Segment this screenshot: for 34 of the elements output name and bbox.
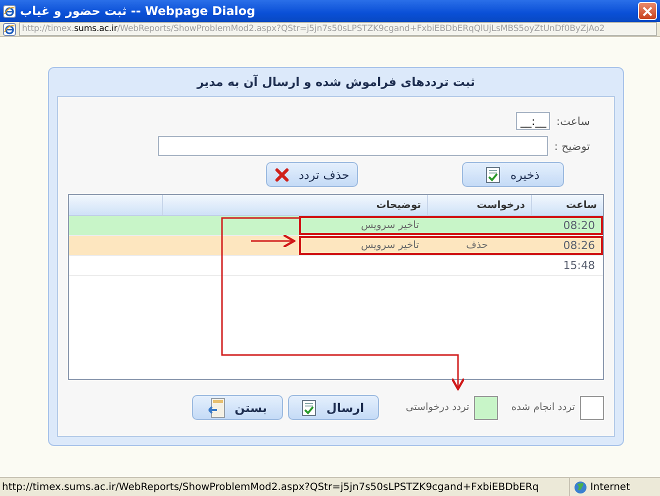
close-button[interactable] [638, 2, 657, 20]
panel-title: ثبت ترددهای فراموش شده و ارسال آن به مدیر [196, 74, 476, 91]
note-field[interactable] [158, 136, 548, 156]
checklist-icon [302, 400, 316, 416]
column-header[interactable]: درخواست [427, 195, 531, 215]
note-cell: تاخیر سرویس [361, 219, 419, 232]
legend-label: تردد انجام شده [511, 402, 575, 413]
status-text: http://timex.sums.ac.ir/WebReports/ShowProblemMod2.aspx?QStr=j5jn7s50sLPSTZK9cgand+FxbiEBDbERq [1, 482, 540, 492]
close-button[interactable]: بستن [192, 395, 283, 420]
time-cell: 08:26 [563, 239, 595, 252]
column-header[interactable]: ساعت [531, 195, 603, 215]
delete-button[interactable]: حذف تردد [266, 162, 358, 187]
globe-icon [574, 480, 588, 494]
column-header[interactable]: توضیحات [162, 195, 427, 215]
legend-label: تردد درخواستی [406, 402, 470, 413]
arrow [251, 234, 296, 248]
time-cell: 08:20 [563, 219, 595, 232]
cross-icon [274, 168, 289, 182]
close-icon [642, 6, 653, 16]
page-icon [3, 22, 16, 36]
ie-icon [3, 4, 16, 18]
request-cell: حذف [466, 239, 488, 252]
exit-document-icon [208, 398, 225, 418]
save-button[interactable]: ذخیره [462, 162, 564, 187]
note-cell: تاخیر سرویس [361, 239, 419, 252]
time-label: ساعت: [556, 114, 590, 128]
checklist-icon [486, 166, 500, 182]
note-label: توضیح : [554, 140, 590, 152]
address-field[interactable]: http://timex.sums.ac.ir/WebReports/ShowProblemMod2.aspx?QStr=j5jn7s50sLPSTZK9cgand+FxbiEBDbERqQlUjLsMBS5oyZtUnDf0ByZjAo2 [19, 22, 657, 36]
zone-label: Internet [590, 482, 630, 492]
send-button[interactable]: ارسال [288, 395, 379, 420]
time-cell: 15:48 [563, 259, 595, 272]
window-title: ثبت حضور و غیاب -- Webpage Dialog [20, 4, 256, 18]
time-field[interactable]: __:__ [516, 112, 550, 130]
